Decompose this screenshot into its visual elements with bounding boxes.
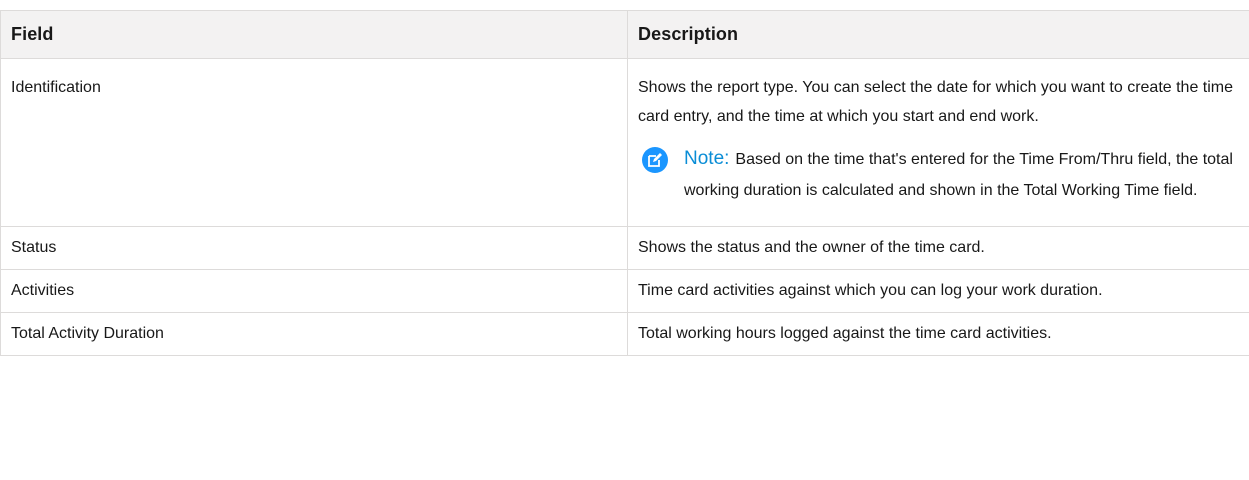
fields-table: Field Description Identification Shows t… (0, 10, 1249, 356)
field-cell: Identification (0, 58, 628, 227)
description-text: Shows the report type. You can select th… (638, 79, 1234, 125)
edit-note-icon (642, 147, 668, 173)
header-description: Description (627, 10, 1249, 59)
field-cell: Total Activity Duration (0, 312, 628, 356)
field-cell: Activities (0, 269, 628, 313)
description-cell: Time card activities against which you c… (627, 269, 1249, 313)
header-field: Field (0, 10, 628, 59)
note-label: Note: (684, 148, 730, 169)
table-row: Activities Time card activities against … (0, 269, 1249, 313)
description-cell: Total working hours logged against the t… (627, 312, 1249, 356)
table-row: Total Activity Duration Total working ho… (0, 312, 1249, 356)
table-header-row: Field Description (0, 10, 1249, 59)
description-cell: Shows the report type. You can select th… (627, 58, 1249, 227)
note-text: Based on the time that's entered for the… (684, 151, 1233, 199)
note-callout: Note: Based on the time that's entered fo… (638, 143, 1239, 206)
field-cell: Status (0, 226, 628, 270)
table-row: Status Shows the status and the owner of… (0, 226, 1249, 270)
table-row: Identification Shows the report type. Yo… (0, 58, 1249, 227)
description-cell: Shows the status and the owner of the ti… (627, 226, 1249, 270)
